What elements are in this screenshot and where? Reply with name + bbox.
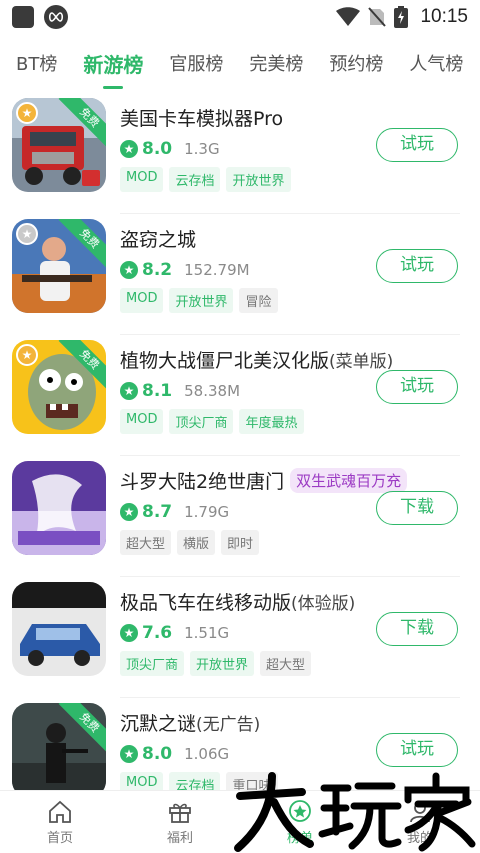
- home-icon: [49, 800, 71, 823]
- soldier-game-icon[interactable]: 免费: [12, 703, 106, 790]
- game-score: 7.6: [142, 623, 173, 643]
- game-name-suffix: (体验版): [291, 594, 356, 614]
- try-play-button[interactable]: 试玩: [376, 249, 458, 283]
- game-name: 植物大战僵尸北美汉化版: [120, 350, 330, 372]
- rating-star-icon: ★: [120, 624, 138, 642]
- game-name: 极品飞车在线移动版: [120, 592, 292, 614]
- tab-official[interactable]: 官服榜: [169, 45, 223, 85]
- nav-home[interactable]: 首页: [0, 791, 120, 853]
- game-tag: 超大型: [120, 530, 172, 555]
- nav-profile[interactable]: 我的: [360, 791, 480, 853]
- list-item[interactable]: ★ 免费 盗窃之城 ★ 8.2 152.79M MOD 开放世界 冒险 试玩: [0, 213, 480, 334]
- truck-game-icon[interactable]: ★ 免费: [12, 98, 106, 192]
- game-tag: MOD: [120, 409, 164, 434]
- tab-reservation[interactable]: 预约榜: [329, 45, 383, 85]
- try-play-button[interactable]: 试玩: [376, 128, 458, 162]
- game-list: ★ 免费 美国卡车模拟器Pro ★ 8.0 1.3G MOD 云存档 开放世界 …: [0, 92, 480, 790]
- game-size: 152.79M: [184, 261, 250, 279]
- download-button[interactable]: 下载: [376, 491, 458, 525]
- tab-popular[interactable]: 人气榜: [409, 45, 463, 85]
- list-item[interactable]: ★ 免费 植物大战僵尸北美汉化版 (菜单版) ★ 8.1 58.38M MOD 顶…: [0, 334, 480, 455]
- wifi-icon: [336, 7, 361, 26]
- rating-star-icon: ★: [120, 140, 138, 158]
- game-score: 8.0: [142, 744, 173, 764]
- game-size: 1.06G: [184, 745, 230, 763]
- game-size: 1.51G: [184, 624, 230, 642]
- game-tag: 顶尖厂商: [120, 651, 185, 676]
- notification-square-icon: [12, 6, 34, 28]
- game-score: 8.1: [142, 381, 173, 401]
- rating-star-icon: ★: [120, 745, 138, 763]
- game-tag: 云存档: [169, 167, 221, 192]
- game-tag: MOD: [120, 288, 164, 313]
- game-size: 58.38M: [184, 382, 241, 400]
- game-tag: MOD: [120, 167, 164, 192]
- game-tag: 云存档: [169, 772, 221, 790]
- nav-label: 我的: [406, 830, 433, 846]
- tab-new-games[interactable]: 新游榜: [83, 45, 143, 89]
- rating-star-icon: ★: [120, 382, 138, 400]
- racing-game-icon[interactable]: [12, 582, 106, 676]
- tab-perfect[interactable]: 完美榜: [249, 45, 303, 85]
- rating-star-icon: ★: [120, 503, 138, 521]
- game-tag: MOD: [120, 772, 164, 790]
- douluo-game-icon[interactable]: [12, 461, 106, 555]
- ranking-icon: [289, 799, 311, 822]
- game-tag: 即时: [221, 530, 260, 555]
- game-tag: 顶尖厂商: [169, 409, 234, 434]
- try-play-button[interactable]: 试玩: [376, 370, 458, 404]
- battery-charging-icon: [394, 6, 409, 28]
- game-tag: 开放世界: [226, 167, 291, 192]
- rating-star-icon: ★: [120, 261, 138, 279]
- gift-icon: [169, 803, 191, 823]
- promo-badge: 双生武魂百万充: [290, 468, 408, 493]
- list-item[interactable]: 极品飞车在线移动版 (体验版) ★ 7.6 1.51G 顶尖厂商 开放世界 超大型…: [0, 576, 480, 697]
- game-size: 1.79G: [184, 503, 230, 521]
- game-score: 8.2: [142, 260, 173, 280]
- list-item[interactable]: 斗罗大陆2绝世唐门 双生武魂百万充 ★ 8.7 1.79G 超大型 横版 即时 …: [0, 455, 480, 576]
- infinity-icon: [44, 5, 68, 29]
- featured-star-icon: ★: [16, 344, 38, 366]
- game-score: 8.0: [142, 139, 173, 159]
- game-tag: 冒险: [239, 288, 278, 313]
- nav-label: 福利: [166, 830, 193, 846]
- tab-bt[interactable]: BT榜: [16, 45, 57, 85]
- game-tag: 开放世界: [169, 288, 234, 313]
- list-item[interactable]: 免费 沉默之谜 (无广告) ★ 8.0 1.06G MOD 云存档 重口味 试玩: [0, 697, 480, 790]
- nav-label: 榜单: [286, 830, 313, 846]
- game-tag: 超大型: [260, 651, 312, 676]
- game-tag: 年度最热: [239, 409, 304, 434]
- zombie-game-icon[interactable]: ★ 免费: [12, 340, 106, 434]
- game-name: 盗窃之城: [120, 229, 197, 251]
- featured-star-icon: ★: [16, 223, 38, 245]
- try-play-button[interactable]: 试玩: [376, 733, 458, 767]
- featured-star-icon: ★: [16, 102, 38, 124]
- download-button[interactable]: 下载: [376, 612, 458, 646]
- ranking-tabs: BT榜 新游榜 官服榜 完美榜 预约榜 人气榜: [0, 40, 480, 90]
- list-item[interactable]: ★ 免费 美国卡车模拟器Pro ★ 8.0 1.3G MOD 云存档 开放世界 …: [0, 92, 480, 213]
- profile-icon: [410, 801, 430, 822]
- game-name-suffix: (无广告): [196, 715, 261, 735]
- game-name-suffix: (菜单版): [329, 352, 394, 372]
- bottom-nav: 首页 福利 榜单 我的: [0, 790, 480, 853]
- game-tag: 横版: [177, 530, 216, 555]
- game-tag: 重口味: [226, 772, 278, 790]
- game-size: 1.3G: [184, 140, 220, 158]
- game-name: 斗罗大陆2绝世唐门: [120, 471, 285, 493]
- gangster-game-icon[interactable]: ★ 免费: [12, 219, 106, 313]
- nav-welfare[interactable]: 福利: [120, 791, 240, 853]
- game-score: 8.7: [142, 502, 173, 522]
- game-name: 沉默之谜: [120, 713, 197, 735]
- clock: 10:15: [420, 6, 468, 27]
- game-tag: 开放世界: [190, 651, 255, 676]
- game-name: 美国卡车模拟器Pro: [120, 108, 284, 130]
- status-bar: 10:15: [0, 0, 480, 34]
- no-sim-icon: [368, 7, 387, 27]
- nav-ranking[interactable]: 榜单: [240, 791, 360, 853]
- nav-label: 首页: [46, 830, 73, 846]
